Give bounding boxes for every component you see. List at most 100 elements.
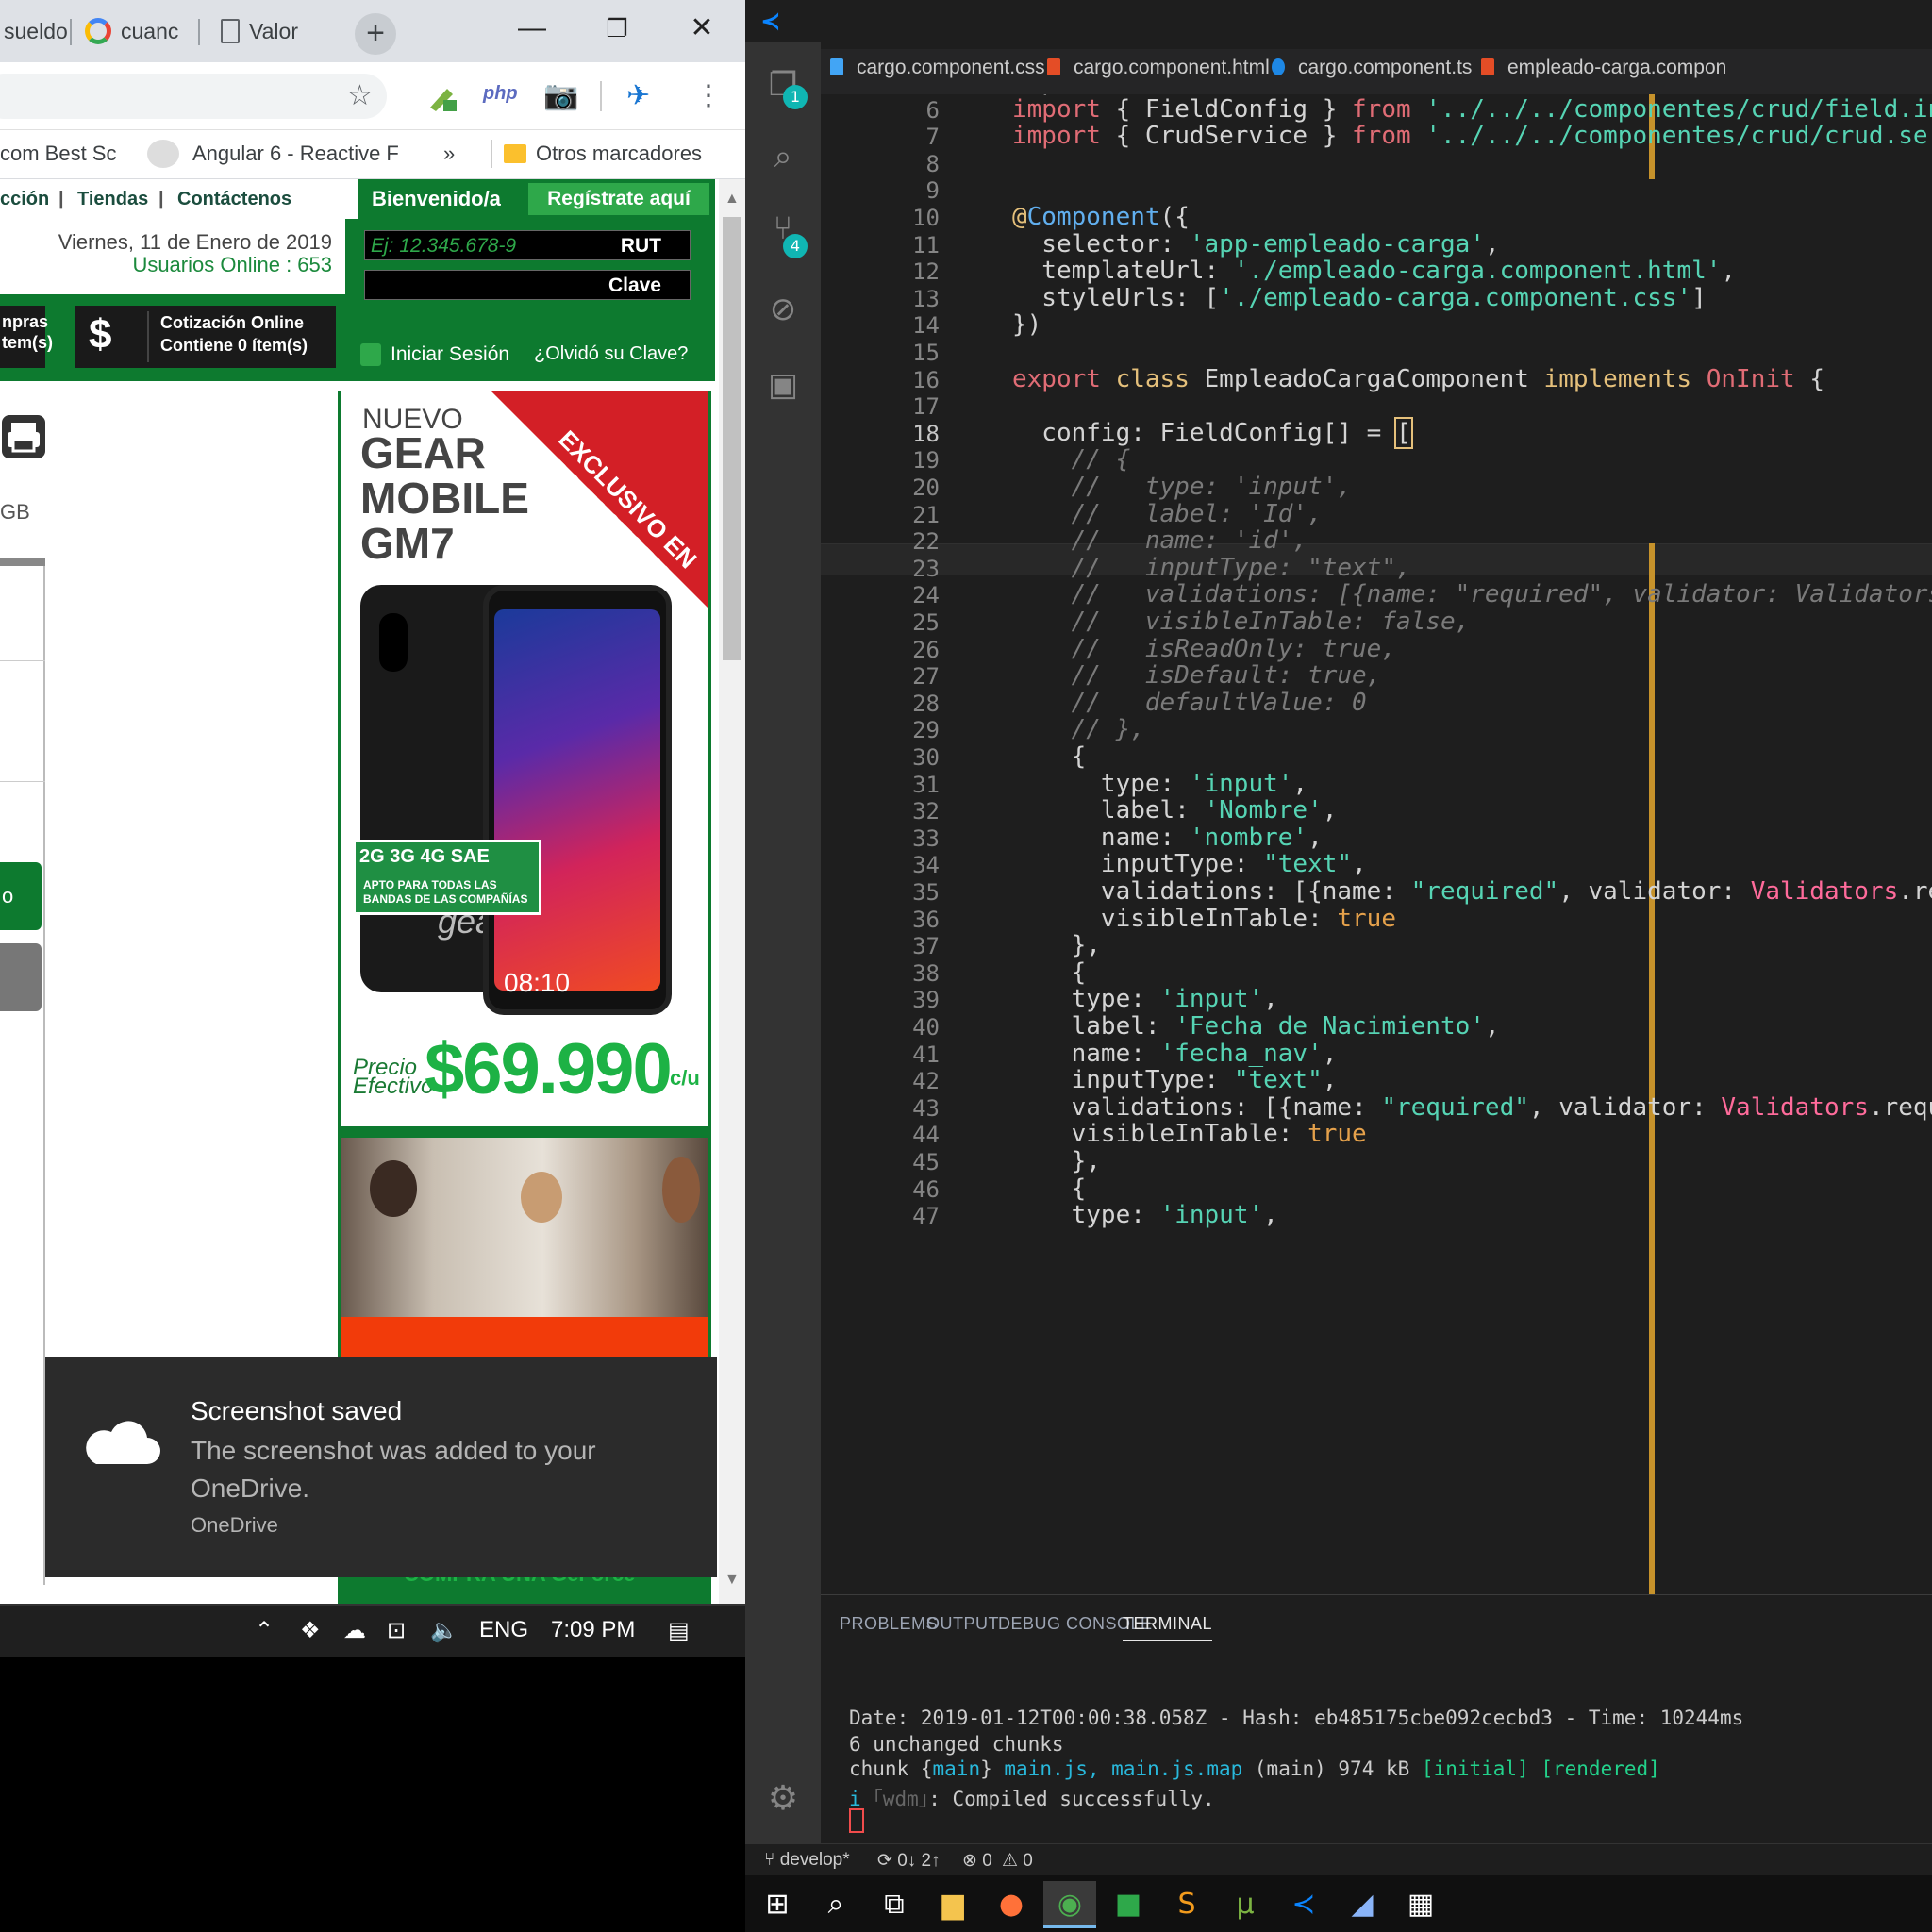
chrome-icon[interactable]: ◉ bbox=[1043, 1881, 1096, 1928]
bookmarks-overflow[interactable]: » bbox=[443, 142, 455, 166]
tab-cargo-ts[interactable]: cargo.component.ts bbox=[1272, 57, 1472, 79]
volume-icon[interactable]: 🔈 bbox=[430, 1617, 458, 1644]
chevron-up-icon[interactable]: ⌃ bbox=[255, 1617, 274, 1644]
search-icon[interactable]: ⌕ bbox=[764, 138, 802, 175]
app-icon[interactable]: ◢ bbox=[1336, 1881, 1389, 1928]
welcome-bar: Bienvenido/a Regístrate aquí bbox=[358, 179, 715, 219]
login-panel: Ej: 12.345.678-9 RUT Clave Iniciar Sesió… bbox=[345, 219, 715, 381]
star-icon[interactable]: ☆ bbox=[347, 79, 373, 112]
print-icon[interactable] bbox=[2, 415, 45, 458]
nav-item-seccion[interactable]: cción bbox=[0, 189, 49, 210]
terminal-text: [initial] [rendered] bbox=[1421, 1757, 1660, 1780]
firefox-icon[interactable]: ● bbox=[985, 1881, 1038, 1928]
angular-file-icon bbox=[1272, 58, 1285, 75]
cotizacion-button[interactable]: $ Cotización Online Contiene 0 ítem(s) bbox=[75, 306, 336, 368]
rut-field[interactable]: Ej: 12.345.678-9 RUT bbox=[364, 230, 691, 260]
code-line: @Component({ bbox=[1012, 203, 1190, 231]
tab-label: empleado-carga.compon bbox=[1507, 57, 1727, 78]
people-ad-image[interactable] bbox=[341, 1138, 708, 1317]
dropbox-icon[interactable]: ❖ bbox=[300, 1617, 321, 1644]
minimize-icon[interactable]: — bbox=[506, 9, 558, 47]
line-number: 18 bbox=[912, 420, 940, 447]
sync-indicator[interactable]: ⟳ 0↓ 2↑ bbox=[877, 1850, 941, 1872]
onedrive-toast[interactable]: Screenshot saved The screenshot was adde… bbox=[45, 1357, 717, 1577]
tab-label: cargo.component.html bbox=[1074, 57, 1270, 78]
nav-item-tiendas[interactable]: Tiendas bbox=[77, 189, 148, 210]
tab-cargo-css[interactable]: cargo.component.css bbox=[830, 57, 1045, 79]
toast-title: Screenshot saved bbox=[191, 1396, 403, 1425]
bands-text: APTO PARA TODAS LAS BANDAS DE LAS COMPAÑ… bbox=[363, 878, 528, 906]
scroll-down-icon[interactable]: ▼ bbox=[724, 1572, 740, 1589]
tab-cargo-html[interactable]: cargo.component.html bbox=[1047, 57, 1270, 79]
code-line: config: FieldConfig[] = [ bbox=[1012, 416, 1413, 449]
close-icon[interactable]: ✕ bbox=[675, 9, 728, 47]
buy-button[interactable]: o bbox=[0, 862, 42, 930]
tab-label: sueldo bbox=[4, 18, 68, 43]
clave-field[interactable]: Clave bbox=[364, 270, 691, 300]
scroll-up-icon[interactable]: ▲ bbox=[724, 191, 740, 208]
clock[interactable]: 7:09 PM bbox=[551, 1617, 635, 1643]
code-line: { bbox=[1012, 958, 1087, 987]
users-online: Usuarios Online : 653 bbox=[132, 253, 332, 276]
whatsapp-icon[interactable]: ■ bbox=[1102, 1881, 1155, 1928]
line-number: 47 bbox=[912, 1203, 940, 1230]
code-editor[interactable]: 5678910111213141516171819202122232425262… bbox=[821, 94, 1932, 1594]
chrome-tab-sueldo[interactable]: sueldo bbox=[0, 8, 72, 55]
panel-tab-problems[interactable]: PROBLEMS bbox=[840, 1614, 938, 1634]
forgot-password-link[interactable]: ¿Olvidó su Clave? bbox=[534, 343, 688, 365]
rut-placeholder: Ej: 12.345.678-9 bbox=[371, 235, 517, 257]
chrome-tab-valor[interactable]: Valor bbox=[211, 8, 336, 55]
restore-icon[interactable]: ❐ bbox=[591, 9, 643, 47]
address-bar[interactable] bbox=[0, 74, 387, 119]
vscode-icon[interactable]: ≺ bbox=[1277, 1881, 1330, 1928]
calculator-icon[interactable]: ▦ bbox=[1394, 1881, 1447, 1928]
new-tab-button[interactable]: + bbox=[355, 13, 396, 55]
sublime-icon[interactable]: S bbox=[1160, 1881, 1213, 1928]
tab-empleado-carga-html[interactable]: empleado-carga.compon bbox=[1481, 57, 1726, 79]
search-icon[interactable]: ⌕ bbox=[809, 1881, 862, 1928]
bookmark-best-sc[interactable]: com Best Sc bbox=[0, 142, 116, 166]
task-view-icon[interactable]: ⧉ bbox=[868, 1881, 921, 1928]
line-number: 27 bbox=[912, 663, 940, 691]
panel-tab-terminal[interactable]: TERMINAL bbox=[1123, 1614, 1213, 1641]
utorrent-icon[interactable]: µ bbox=[1219, 1881, 1272, 1928]
google-icon bbox=[85, 18, 111, 44]
panel-tab-output[interactable]: OUTPUT bbox=[926, 1614, 999, 1634]
toolbar-divider bbox=[600, 81, 602, 111]
extension-icon[interactable] bbox=[425, 79, 458, 113]
camera-icon[interactable]: 📷 bbox=[543, 79, 578, 112]
login-button[interactable]: Iniciar Sesión bbox=[353, 336, 511, 374]
menu-icon[interactable]: ⋮ bbox=[694, 79, 723, 112]
compras-button[interactable]: npras tem(s) bbox=[0, 306, 53, 368]
orange-ad-banner[interactable] bbox=[341, 1317, 708, 1360]
page-scrollbar[interactable]: ▲ ▼ bbox=[719, 179, 745, 1604]
bookmark-other[interactable]: Otros marcadores bbox=[504, 142, 702, 166]
code-line: inputType: "text", bbox=[1012, 850, 1367, 879]
line-number: 36 bbox=[912, 906, 940, 933]
warnings-indicator[interactable]: ⚠ 0 bbox=[1002, 1850, 1033, 1872]
gear-mobile-ad[interactable]: EXCLUSIVO EN PC FACTORY NUEVO GEAR MOBIL… bbox=[341, 391, 708, 1126]
product-column bbox=[0, 566, 45, 1585]
language-indicator[interactable]: ENG bbox=[479, 1617, 528, 1643]
onedrive-icon[interactable]: ☁ bbox=[343, 1617, 366, 1644]
settings-gear-icon[interactable]: ⚙ bbox=[764, 1779, 802, 1818]
php-icon[interactable]: php bbox=[483, 83, 518, 105]
scroll-thumb[interactable] bbox=[723, 217, 741, 660]
line-number: 41 bbox=[912, 1041, 940, 1068]
debug-icon[interactable]: ⊘ bbox=[764, 291, 802, 328]
secondary-button[interactable] bbox=[0, 943, 42, 1011]
extensions-icon[interactable]: ▣ bbox=[764, 366, 802, 404]
notification-icon[interactable]: ▤ bbox=[668, 1617, 690, 1644]
branch-indicator[interactable]: ⑂ develop* bbox=[764, 1850, 850, 1871]
register-button[interactable]: Regístrate aquí bbox=[528, 183, 709, 215]
nav-item-contactenos[interactable]: Contáctenos bbox=[177, 189, 291, 210]
chrome-tab-google[interactable]: cuanc bbox=[75, 8, 200, 55]
bookmark-angular[interactable]: Angular 6 - Reactive F bbox=[192, 142, 399, 166]
bookmark-divider bbox=[491, 140, 492, 168]
windows-start-icon[interactable]: ⊞ bbox=[751, 1881, 804, 1928]
network-icon[interactable]: ⊡ bbox=[387, 1617, 406, 1644]
file-explorer-icon[interactable]: ▆ bbox=[926, 1881, 979, 1928]
translate-icon[interactable]: ✈ bbox=[626, 79, 650, 112]
phone-clock: 08:10 bbox=[504, 968, 571, 997]
errors-indicator[interactable]: ⊗ 0 bbox=[962, 1850, 992, 1872]
